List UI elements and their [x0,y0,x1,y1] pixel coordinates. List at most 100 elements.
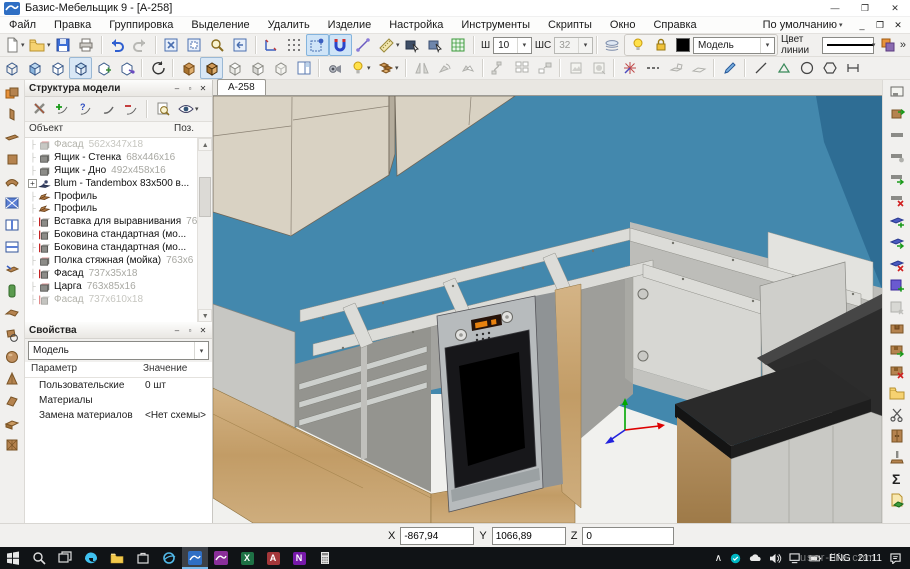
view-shaded-edges-icon[interactable] [69,57,92,79]
facade-disabled-icon[interactable] [886,297,907,317]
render-solid-icon[interactable] [177,57,200,79]
structure-add-icon[interactable] [51,98,74,120]
tree-item[interactable]: ├Фасад562x347x18 [28,138,197,151]
panel-horizontal-icon[interactable] [2,127,23,147]
block-vertical-divider-icon[interactable] [2,215,23,235]
properties-maximize-button[interactable]: ▫ [185,326,195,335]
redo-icon[interactable] [129,34,152,56]
menu-delete[interactable]: Удалить [259,19,319,31]
menu-help[interactable]: Справка [644,19,705,31]
access-icon[interactable]: A [260,547,286,569]
property-row[interactable]: Пользовательские0 шт [25,378,212,393]
structure-visibility-eye-icon[interactable] [174,98,197,120]
tree-item[interactable]: +Blum - Tandembox 83x500 в... [28,177,197,190]
layer-select[interactable]: Модель▾ [693,37,775,54]
sphere-icon[interactable] [2,347,23,367]
excel-icon[interactable]: X [234,547,260,569]
scroll-up-icon[interactable]: ▲ [198,138,212,151]
insert-image2-icon[interactable] [587,57,610,79]
menu-edit[interactable]: Правка [45,19,100,31]
insert-image-icon[interactable] [564,57,587,79]
structure-help-icon[interactable]: ? [74,98,97,120]
edge-band-delete-icon[interactable] [886,254,907,274]
structure-edit-icon[interactable] [97,98,120,120]
menu-window[interactable]: Окно [601,19,645,31]
structure-remove-icon[interactable] [120,98,143,120]
select-elements-icon[interactable] [424,34,447,56]
facade-add-icon[interactable] [886,276,907,296]
fastener-settings-icon[interactable] [886,147,907,167]
visibility-dropdown[interactable]: ▾ [195,105,202,113]
ortho-grid-icon[interactable] [447,34,470,56]
menu-scripts[interactable]: Скрипты [539,19,601,31]
library-folder-icon[interactable] [886,383,907,403]
taskbar-search-icon[interactable] [26,547,52,569]
stamp-tool-icon[interactable] [886,448,907,468]
properties-minimize-button[interactable]: – [172,326,182,335]
ruler-icon[interactable] [375,34,398,56]
box-export-icon[interactable] [886,104,907,124]
undo-icon[interactable] [106,34,129,56]
scroll-thumb[interactable] [199,177,211,217]
line-width-select[interactable]: 10▾ [493,37,532,54]
window-minimize-button[interactable]: — [820,0,850,16]
array-3d-icon[interactable] [487,57,510,79]
array-step-icon[interactable] [533,57,556,79]
layer-lock-icon[interactable] [650,34,673,56]
layer-color-swatch[interactable] [676,38,690,52]
fastener-apply-icon[interactable] [886,168,907,188]
properties-scope-select[interactable]: Модель▾ [28,341,209,360]
panel-vertical-icon[interactable] [2,105,23,125]
menu-file[interactable]: Файл [0,19,45,31]
mdi-close-button[interactable]: ✕ [890,20,906,31]
snap-magnet-icon[interactable] [329,34,352,56]
select-objects-icon[interactable] [401,34,424,56]
network-icon[interactable] [789,553,802,564]
dashed-line-icon[interactable] [641,57,664,79]
snap-angle-icon[interactable] [352,34,375,56]
panel-rotate-icon[interactable] [2,325,23,345]
battery-icon[interactable] [809,553,822,564]
box-flat-icon[interactable] [687,57,710,79]
coord-z-input[interactable] [582,527,674,545]
view-add-icon[interactable] [92,57,115,79]
structure-panel-header[interactable]: Структура модели – ▫ ✕ [25,80,212,97]
properties-panel-header[interactable]: Свойства – ▫ ✕ [25,322,212,339]
panel-bent-icon[interactable] [2,303,23,323]
grid-icon[interactable] [283,34,306,56]
scissors-cut-icon[interactable] [886,405,907,425]
panel-skewed-icon[interactable] [2,391,23,411]
coord-y-input[interactable] [492,527,566,545]
groove-delete-icon[interactable] [886,362,907,382]
mdi-minimize-button[interactable]: _ [854,20,870,30]
fastener-icon[interactable] [886,125,907,145]
structure-settings-icon[interactable] [28,98,51,120]
clock[interactable]: 21:11 [858,553,882,564]
toolbar-overflow[interactable]: » [900,39,910,51]
draw-polygon-icon[interactable] [818,57,841,79]
draw-triangle-icon[interactable] [772,57,795,79]
tree-item[interactable]: ├Ящик - Стенка68x446x16 [28,151,197,164]
layer-visibility-icon[interactable] [627,34,650,56]
volume-icon[interactable] [769,553,782,564]
box-open-icon[interactable] [2,413,23,433]
snap-grid-icon[interactable] [306,34,329,56]
window-restore-button[interactable]: ❐ [850,0,880,16]
profile-attach-icon[interactable] [2,259,23,279]
view-wireframe-icon[interactable] [0,57,23,79]
array-grid-icon[interactable] [510,57,533,79]
layers-icon[interactable] [601,34,624,56]
view-shaded-icon[interactable] [23,57,46,79]
line-style-select[interactable] [822,37,874,54]
mdi-restore-button[interactable]: ❐ [872,20,888,31]
language-indicator[interactable]: ENG [829,553,851,564]
panel-frontal-icon[interactable] [2,149,23,169]
menu-product[interactable]: Изделие [319,19,381,31]
tray-app-icon[interactable] [729,553,742,564]
tree-item[interactable]: ├Боковина стандартная (мо... [28,228,197,241]
onedrive-icon[interactable] [749,553,762,564]
render-white-icon[interactable] [223,57,246,79]
materials-icon[interactable] [374,57,397,79]
groove-apply-icon[interactable] [886,340,907,360]
structure-minimize-button[interactable]: – [172,84,182,93]
